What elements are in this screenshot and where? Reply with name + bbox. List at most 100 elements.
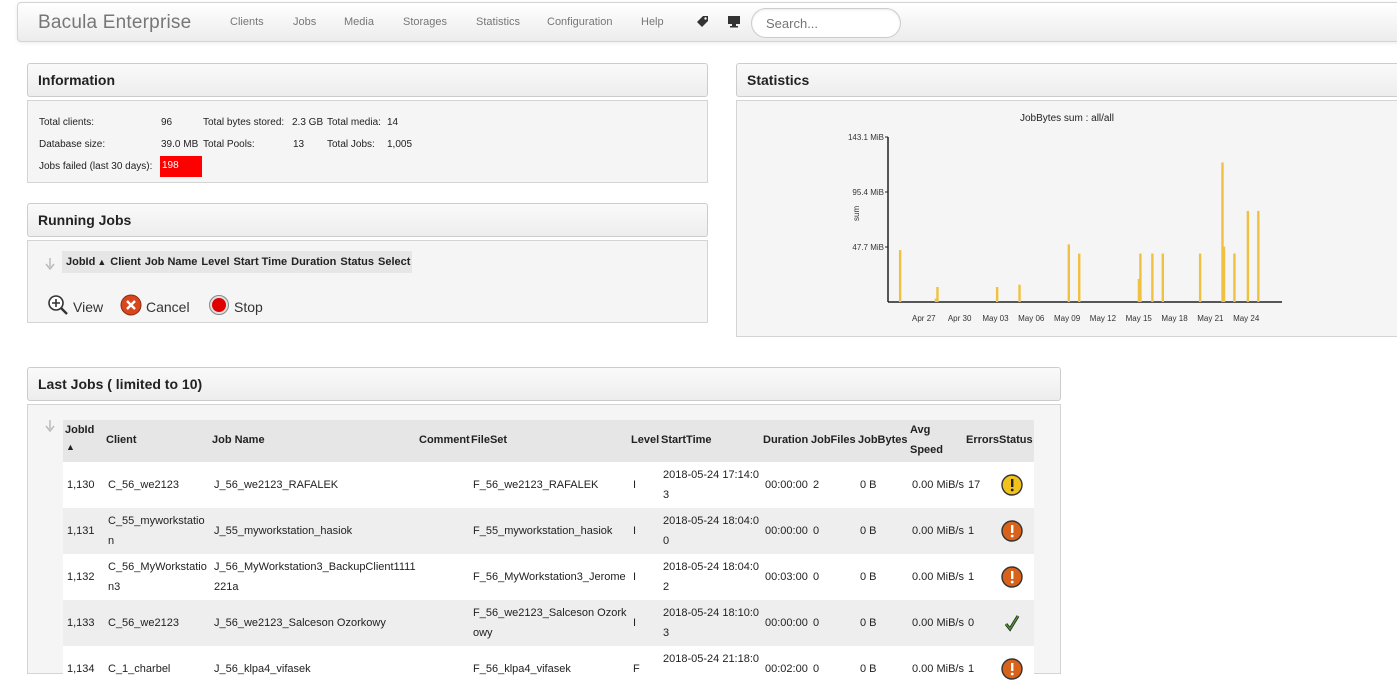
stop-label: Stop [234,298,263,315]
error-icon[interactable] [1001,566,1023,588]
cell-duration: 00:00:00 [765,479,808,491]
col-level[interactable]: Level [199,256,231,268]
sort-asc-icon: ▲ [66,442,75,452]
cell-starttime: 2018-05-24 18:10:0 3 [663,607,760,639]
cell-avgspeed: 0.00 MiB/s [912,525,964,537]
running-jobs-panel: JobId ▲ Client Job Name Level Start Time … [27,240,708,323]
col-jobid[interactable]: JobId [65,424,94,436]
chart-bar[interactable] [1257,210,1260,302]
y-tick-label: 47.7 MiB [852,243,884,252]
cell-jobname: J_56_we2123_RAFALEK [214,479,339,491]
information-panel-title: Information [27,63,708,97]
table-row[interactable]: 1,134 C_1_charbel J_56_klpa4_vifasek F_56_k… [63,646,1034,692]
chart-bar[interactable] [1222,246,1226,302]
nav-configuration[interactable]: Configuration [547,16,612,28]
cell-jobfiles: 0 [813,525,820,537]
statistics-panel-title: Statistics [736,63,1397,97]
nav-media[interactable]: Media [344,16,374,28]
chart-bar[interactable] [1161,253,1165,302]
x-tick-label: May 15 [1126,314,1153,323]
cell-starttime: 2018-05-24 21:18:0 [663,653,760,665]
nav-help[interactable]: Help [641,16,664,28]
monitor-icon[interactable] [727,15,741,31]
chart-bar[interactable] [1151,253,1154,302]
cell-jobbytes: 0 B [860,525,877,537]
zoom-icon [47,294,69,319]
col-jobid[interactable]: JobId ▲ [62,256,108,268]
tag-icon[interactable] [696,15,709,31]
cell-jobfiles: 0 [813,617,820,629]
cell-jobfiles: 0 [813,571,820,583]
cell-starttime: 2018-05-24 18:04:0 2 [663,561,760,593]
table-row[interactable]: 1,130 C_56_we2123 J_56_we2123_RAFALEK F_56_… [63,462,1034,508]
total-jobs-label: Total Jobs: [327,139,375,150]
error-icon[interactable] [1001,520,1023,542]
cell-duration: 00:03:00 [765,571,808,583]
error-icon[interactable] [1001,658,1023,680]
cell-starttime: 2018-05-24 18:04:0 0 [663,515,760,547]
stop-button[interactable]: Stop [208,294,263,319]
cancel-icon [120,294,142,319]
col-starttime[interactable]: StartTime [661,434,712,446]
view-button[interactable]: View [47,294,103,319]
table-row[interactable]: 1,133 C_56_we2123 J_56_we2123_Salceson Ozo… [63,600,1034,646]
col-client[interactable]: Client [108,256,143,268]
chart-bar[interactable] [1078,253,1081,302]
cell-jobid: 1,133 [67,617,95,629]
chart-bar[interactable] [898,250,902,302]
col-jobname[interactable]: Job Name [143,256,200,268]
search-input[interactable] [751,8,901,38]
cell-avgspeed: 0.00 MiB/s [912,479,964,491]
cancel-button[interactable]: Cancel [120,294,190,319]
cell-jobname: J_56_klpa4_vifasek [214,663,311,675]
col-jobfiles[interactable]: JobFiles [811,434,856,446]
cell-client: C_56_we2123 [108,479,179,491]
nav-clients[interactable]: Clients [230,16,264,28]
cell-level: F [633,663,640,675]
chart-bar[interactable] [1018,284,1021,302]
cell-jobid: 1,132 [67,571,95,583]
col-select[interactable]: Select [376,256,412,268]
chart-bar[interactable] [1246,210,1250,302]
x-tick-label: Apr 30 [948,314,972,323]
table-row[interactable]: 1,131 C_55_myworkstatio n J_55_myworkstatio… [63,508,1034,554]
x-tick-label: May 18 [1161,314,1188,323]
col-duration[interactable]: Duration [763,434,808,446]
running-jobs-header: JobId ▲ Client Job Name Level Start Time … [62,251,413,273]
failed-jobs-badge[interactable]: 198 [160,156,202,177]
col-level[interactable]: Level [631,434,659,446]
col-status[interactable]: Status [999,434,1033,446]
x-tick-label: Apr 27 [912,314,936,323]
col-starttime[interactable]: Start Time [232,256,290,268]
total-bytes-value: 2.3 GB [292,117,324,128]
nav-storages[interactable]: Storages [403,16,447,28]
x-tick-label: May 09 [1054,314,1081,323]
col-jobname[interactable]: Job Name [212,434,265,446]
x-tick-label: May 21 [1197,314,1224,323]
cell-client: C_56_MyWorkstatio n3 [108,561,207,593]
chart-bar[interactable] [1137,278,1141,302]
sort-reset-icon[interactable] [44,257,56,274]
chart-bar[interactable] [1067,244,1070,302]
col-comment[interactable]: Comment [419,434,470,446]
nav-jobs[interactable]: Jobs [293,16,316,28]
chart-bar[interactable] [1233,253,1236,302]
col-errors[interactable]: Errors [966,434,999,446]
col-fileset[interactable]: FileSet [471,434,507,446]
table-row[interactable]: 1,132 C_56_MyWorkstatio n3 J_56_MyWorkstati… [63,554,1034,600]
chart-bar[interactable] [1198,253,1202,302]
sort-reset-icon[interactable] [44,419,56,436]
chart-bar[interactable] [995,287,999,302]
col-jobbytes[interactable]: JobBytes [858,434,908,446]
col-duration[interactable]: Duration [289,256,338,268]
total-bytes-label: Total bytes stored: [203,117,285,128]
cell-fileset: F_56_klpa4_vifasek [473,663,571,675]
col-status[interactable]: Status [338,256,376,268]
nav-statistics[interactable]: Statistics [476,16,520,28]
brand-logo[interactable]: Bacula Enterprise [38,12,191,34]
col-client[interactable]: Client [106,434,137,446]
warning-icon[interactable] [1001,474,1023,496]
chart-bar[interactable] [934,298,938,302]
checkmark-icon[interactable] [1001,612,1023,634]
cell-level: I [633,571,637,583]
